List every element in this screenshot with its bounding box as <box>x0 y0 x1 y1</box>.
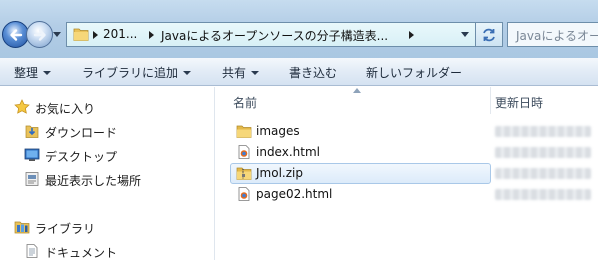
address-field[interactable]: 201... Javaによるオープンソースの分子構造表... <box>66 22 503 47</box>
library-icon <box>14 221 30 234</box>
column-header-row: 名前 更新日時 <box>216 87 598 114</box>
command-bar: 整理 ライブラリに追加 共有 書き込む 新しいフォルダー <box>0 58 598 86</box>
desktop-icon <box>24 148 40 161</box>
navigation-pane: お気に入り ダウンロード デスクトップ 最近表示した場所 ライブラリ ドキュメン… <box>0 87 215 260</box>
add-to-library-label: ライブラリに追加 <box>82 66 179 80</box>
nav-item-label: ドキュメント <box>45 246 118 260</box>
breadcrumb-chevron-icon[interactable] <box>93 31 98 39</box>
nav-item-recent-places[interactable]: 最近表示した場所 <box>0 168 215 190</box>
breadcrumb-item[interactable]: Javaによるオープンソースの分子構造表... <box>161 27 388 44</box>
file-date-blurred <box>495 126 591 137</box>
recent-pages-dropdown-icon[interactable] <box>53 32 61 38</box>
nav-item-label: ダウンロード <box>45 126 118 140</box>
file-name: images <box>256 124 300 138</box>
file-name: page02.html <box>256 187 333 201</box>
forward-button[interactable] <box>26 21 53 48</box>
file-list: 名前 更新日時 images index.html Jmol.zip page0… <box>216 87 598 260</box>
caret-down-icon <box>183 71 192 75</box>
share-label: 共有 <box>222 66 247 80</box>
search-input[interactable]: Javaによるオープ <box>507 22 598 47</box>
file-row[interactable]: page02.html <box>216 184 598 205</box>
nav-item-desktop[interactable]: デスクトップ <box>0 144 215 166</box>
file-name: Jmol.zip <box>256 166 303 180</box>
breadcrumb-chevron-icon[interactable] <box>149 31 154 39</box>
documents-icon <box>26 244 38 258</box>
nav-item-label: 最近表示した場所 <box>45 174 142 188</box>
star-icon <box>14 99 30 114</box>
caret-down-icon <box>251 71 260 75</box>
file-row[interactable]: index.html <box>216 142 598 163</box>
organize-label: 整理 <box>14 66 39 80</box>
add-to-library-menu[interactable]: ライブラリに追加 <box>82 64 192 81</box>
downloads-folder-icon <box>25 125 39 138</box>
html-file-icon <box>238 187 250 201</box>
refresh-button[interactable] <box>475 22 503 47</box>
share-menu[interactable]: 共有 <box>222 64 260 81</box>
folder-icon <box>73 28 89 41</box>
recent-places-icon <box>25 172 39 186</box>
address-bar-region: 201... Javaによるオープンソースの分子構造表... Javaによるオー… <box>0 0 598 58</box>
burn-button[interactable]: 書き込む <box>289 64 337 81</box>
nav-item-documents[interactable]: ドキュメント <box>0 240 215 260</box>
nav-item-downloads[interactable]: ダウンロード <box>0 120 215 142</box>
folder-icon <box>236 125 252 138</box>
nav-favorites-label: お気に入り <box>35 102 96 116</box>
file-name: index.html <box>256 145 320 159</box>
file-row[interactable]: images <box>216 121 598 142</box>
breadcrumb-item[interactable]: 201... <box>103 27 137 41</box>
forward-arrow-icon <box>33 29 46 41</box>
back-arrow-icon <box>10 29 23 41</box>
address-dropdown-icon[interactable] <box>461 32 469 38</box>
file-row-selected[interactable]: Jmol.zip <box>216 163 598 184</box>
nav-favorites[interactable]: お気に入り <box>0 96 215 118</box>
caret-down-icon <box>43 71 52 75</box>
back-button[interactable] <box>2 21 29 48</box>
sort-ascending-icon <box>353 88 361 93</box>
column-header-name[interactable]: 名前 <box>233 94 257 111</box>
organize-menu[interactable]: 整理 <box>14 64 52 81</box>
html-file-icon <box>238 145 250 159</box>
file-date-blurred <box>495 189 591 200</box>
refresh-icon <box>483 28 495 42</box>
breadcrumb-chevron-icon[interactable] <box>409 31 414 39</box>
zip-file-icon <box>236 167 252 180</box>
nav-item-label: デスクトップ <box>45 150 118 164</box>
new-folder-button[interactable]: 新しいフォルダー <box>366 64 462 81</box>
file-date-blurred <box>495 168 591 179</box>
column-header-date-modified[interactable]: 更新日時 <box>495 94 543 111</box>
file-date-blurred <box>495 147 591 158</box>
nav-libraries[interactable]: ライブラリ <box>0 216 215 238</box>
nav-libraries-label: ライブラリ <box>35 222 96 236</box>
search-placeholder: Javaによるオープ <box>516 29 598 43</box>
column-divider[interactable] <box>490 87 491 114</box>
